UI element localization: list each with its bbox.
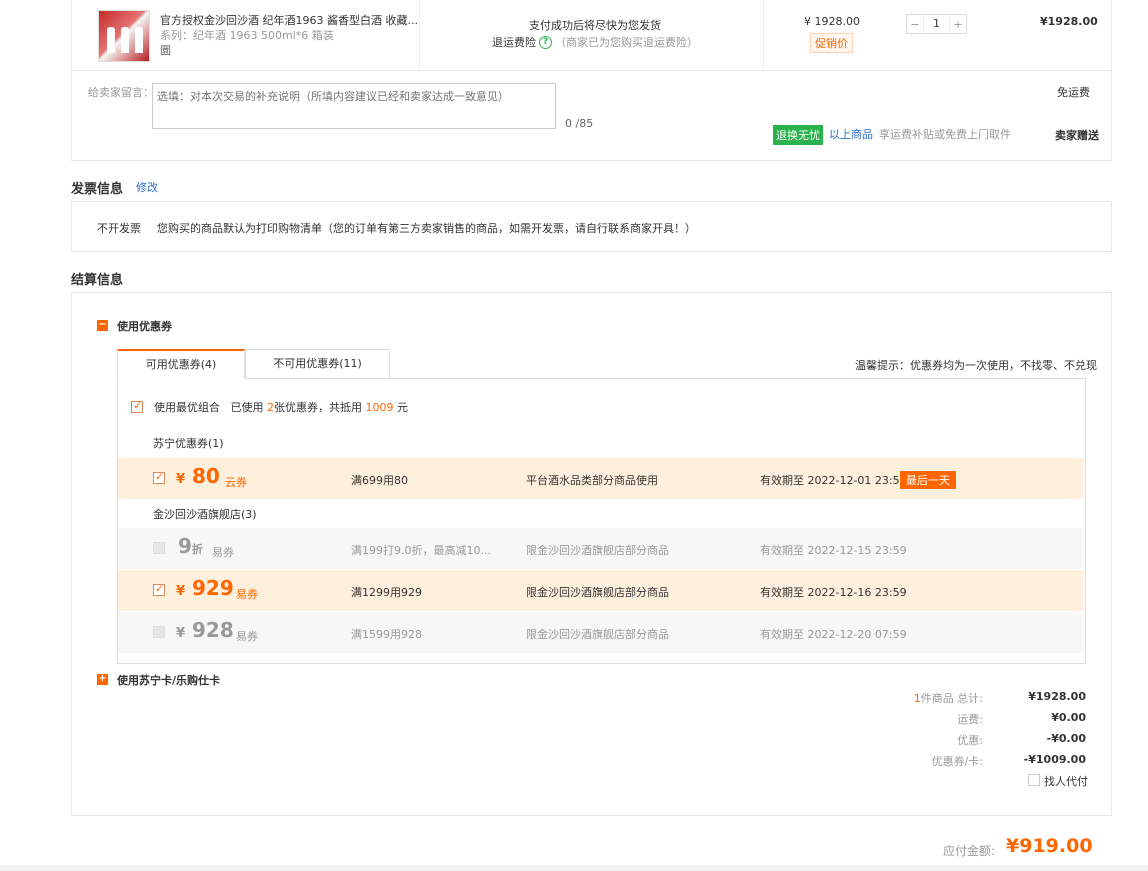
product-thumbnail[interactable]: [98, 10, 150, 62]
product-title[interactable]: 官方授权金沙回沙酒 纪年酒1963 酱香型白酒 收藏...: [160, 12, 418, 28]
coupon-scope: 限金沙回沙酒旗舰店部分商品: [526, 586, 669, 599]
tab-available-coupons[interactable]: 可用优惠券(4): [117, 349, 245, 379]
coupon-rule: 满199打9.0折，最高减10...: [351, 544, 491, 557]
coupon-amount: ¥ 80: [176, 464, 220, 488]
ship-note: 支付成功后将尽快为您发货: [529, 19, 661, 32]
summary-shipping: ¥0.00: [1051, 711, 1086, 724]
settlement-title: 结算信息: [71, 273, 124, 288]
summary-total: ¥1928.00: [1028, 690, 1086, 703]
summary-total-label: 1件商品 总计:: [913, 692, 983, 705]
proxy-pay-label[interactable]: 找人代付: [1044, 773, 1088, 789]
return-insurance-label: 退运费险: [492, 36, 536, 49]
collapse-coupon-icon[interactable]: −: [97, 320, 108, 331]
optimal-count: 2: [267, 401, 274, 414]
coupon-expire: 有效期至 2022-12-20 07:59: [760, 628, 907, 641]
last-day-tag: 最后一天: [900, 471, 956, 489]
coupon-checkbox[interactable]: [153, 542, 165, 554]
optimal-suffix: 元: [397, 401, 408, 414]
invoice-title: 发票信息: [71, 182, 124, 197]
item-subtotal: ¥1928.00: [1040, 15, 1098, 28]
coupon-group-store: 金沙回沙酒旗舰店(3): [153, 508, 257, 521]
optimal-combo-label: 使用最优组合: [154, 401, 220, 414]
invoice-edit-link[interactable]: 修改: [136, 179, 158, 195]
coupon-tip: 温馨提示：优惠券均为一次使用，不找零、不兑现: [855, 359, 1097, 372]
coupon-type: 易券: [236, 588, 258, 601]
optimal-combo-checkbox[interactable]: [131, 399, 143, 413]
coupon-type: 云券: [225, 476, 247, 489]
return-benefit-text: 享运费补贴或免费上门取件: [879, 128, 1011, 141]
coupon-checkbox[interactable]: [153, 626, 165, 638]
message-counter: 0 /85: [565, 117, 594, 130]
shipping-fee: 免运费: [1057, 86, 1090, 99]
optimal-mid: 张优惠券，共抵用: [274, 401, 362, 414]
unit-price: ¥ 1928.00: [804, 15, 860, 28]
coupon-expire: 有效期至 2022-12-01 23:59: [760, 474, 907, 487]
optimal-amount: 1009: [365, 401, 394, 414]
coupon-amount: ¥ 928: [176, 618, 234, 642]
summary-shipping-label: 运费:: [957, 713, 983, 726]
product-badge: 圜: [160, 44, 171, 57]
product-spec: 系列：纪年酒 1963 500ml*6 箱装: [160, 29, 334, 42]
qty-input[interactable]: 1: [923, 15, 950, 33]
coupon-row[interactable]: ¥ 80 云券 满699用80 平台酒水品类部分商品使用 有效期至 2022-1…: [118, 458, 1083, 499]
coupon-type: 易券: [212, 546, 234, 559]
return-worry-free-tag: 退换无忧: [773, 125, 823, 145]
use-card-label[interactable]: 使用苏宁卡/乐购仕卡: [117, 672, 220, 688]
return-insurance: 退运费险 ? （商家已为您购买退运费险）: [492, 34, 698, 50]
coupon-row[interactable]: 9折 易券 满199打9.0折，最高减10... 限金沙回沙酒旗舰店部分商品 有…: [118, 528, 1083, 569]
coupon-row[interactable]: ¥ 929 易券 满1299用929 限金沙回沙酒旗舰店部分商品 有效期至 20…: [118, 570, 1083, 611]
coupon-row[interactable]: ¥ 928 易券 满1599用928 限金沙回沙酒旗舰店部分商品 有效期至 20…: [118, 612, 1083, 653]
coupon-type: 易券: [236, 630, 258, 643]
coupon-rule: 满699用80: [351, 474, 408, 487]
promo-tag: 促销价: [810, 33, 853, 53]
coupon-checkbox[interactable]: [153, 470, 165, 484]
coupon-amount: 9折: [178, 534, 203, 558]
summary-discount: -¥0.00: [1046, 732, 1086, 745]
qty-plus-button[interactable]: +: [950, 18, 966, 31]
use-coupon-label[interactable]: 使用优惠券: [117, 318, 172, 334]
invoice-desc: 您购买的商品默认为打印购物清单（您的订单有第三方卖家销售的商品，如需开发票，请自…: [157, 222, 696, 235]
coupon-scope: 限金沙回沙酒旗舰店部分商品: [526, 628, 669, 641]
proxy-pay-checkbox[interactable]: [1028, 774, 1040, 786]
payable-amount: ¥919.00: [1006, 835, 1093, 857]
coupon-amount: ¥ 929: [176, 576, 234, 600]
summary-coupon: -¥1009.00: [1023, 753, 1086, 766]
coupon-scope: 限金沙回沙酒旗舰店部分商品: [526, 544, 669, 557]
optimal-combo: 使用最优组合 已使用 2张优惠券，共抵用 1009 元: [154, 399, 408, 415]
coupon-checkbox[interactable]: [153, 582, 165, 596]
seller-message-input[interactable]: [152, 83, 556, 129]
seller-gift: 卖家赠送: [1055, 129, 1099, 142]
summary-discount-label: 优惠:: [957, 734, 983, 747]
return-insurance-note: （商家已为您购买退运费险）: [555, 36, 698, 49]
help-icon[interactable]: ?: [539, 35, 552, 49]
message-label: 给卖家留言：: [88, 86, 154, 99]
invoice-type: 不开发票: [97, 222, 141, 235]
item-divider-1: [419, 0, 420, 70]
coupon-group-suning: 苏宁优惠券(1): [153, 437, 224, 450]
payable-label: 应付金额:: [943, 844, 996, 858]
expand-card-icon[interactable]: +: [97, 674, 108, 685]
coupon-rule: 满1299用929: [351, 586, 422, 599]
bottom-bar: [0, 865, 1148, 871]
tab-unavailable-coupons[interactable]: 不可用优惠券(11): [245, 349, 390, 379]
qty-minus-button[interactable]: −: [907, 18, 923, 31]
coupon-scope: 平台酒水品类部分商品使用: [526, 474, 658, 487]
summary-coupon-label: 优惠券/卡:: [931, 755, 983, 768]
quantity-stepper[interactable]: − 1 +: [906, 14, 967, 34]
optimal-prefix: 已使用: [230, 401, 264, 414]
coupon-expire: 有效期至 2022-12-16 23:59: [760, 586, 907, 599]
return-goods-link[interactable]: 以上商品: [829, 126, 873, 142]
coupon-rule: 满1599用928: [351, 628, 422, 641]
coupon-expire: 有效期至 2022-12-15 23:59: [760, 544, 907, 557]
